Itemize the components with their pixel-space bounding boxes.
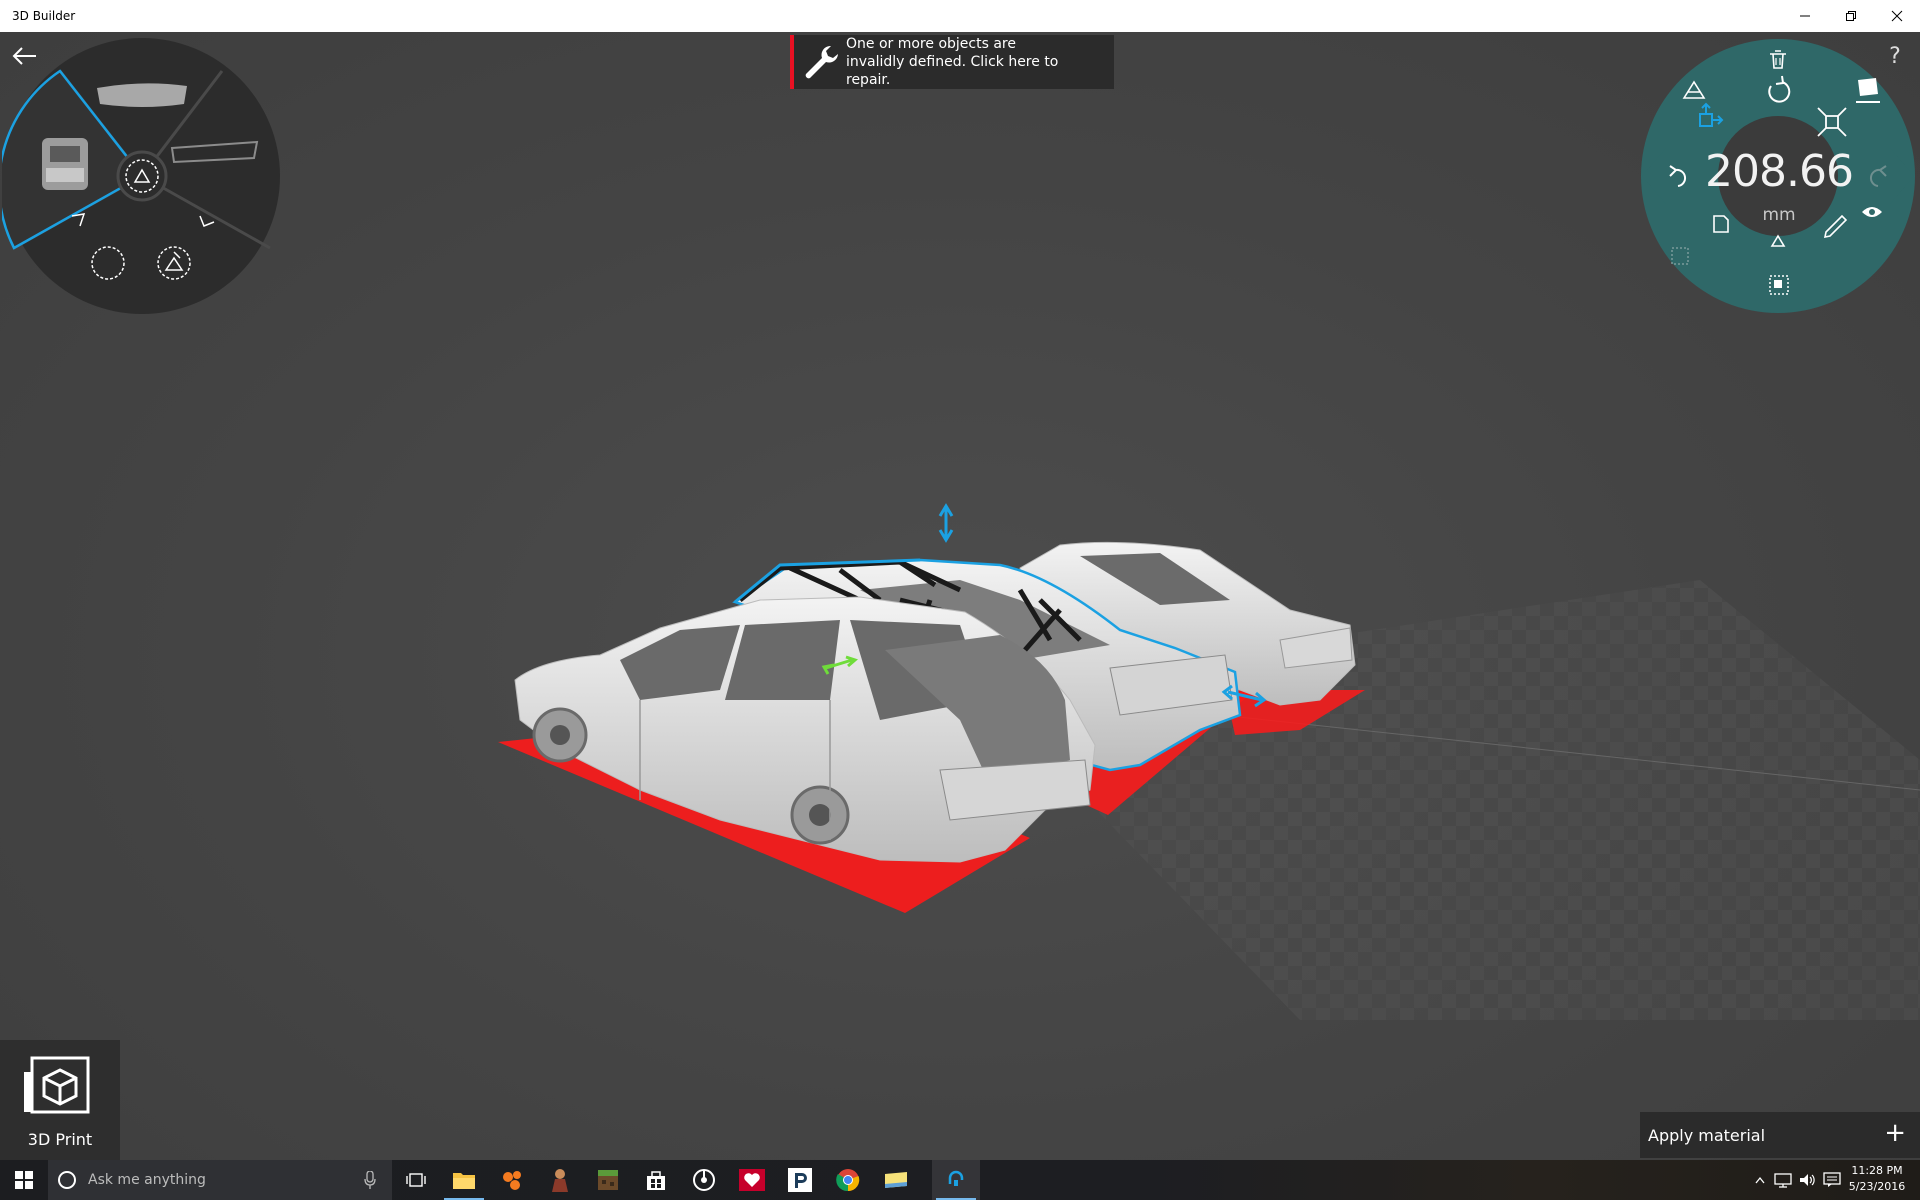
taskbar-chrome[interactable] bbox=[824, 1160, 872, 1200]
notifications-icon bbox=[1823, 1172, 1841, 1187]
restore-icon bbox=[1846, 11, 1856, 21]
clock-time: 11:28 PM bbox=[1851, 1164, 1903, 1177]
taskbar-groove[interactable] bbox=[680, 1160, 728, 1200]
taskbar-sticky-app[interactable] bbox=[872, 1160, 920, 1200]
game-character-icon bbox=[552, 1169, 568, 1192]
tray-network[interactable] bbox=[1772, 1160, 1794, 1200]
tray-action-center[interactable] bbox=[1820, 1160, 1844, 1200]
microphone-icon[interactable] bbox=[364, 1171, 376, 1189]
start-button[interactable] bbox=[0, 1160, 48, 1200]
repair-notification[interactable]: One or more objects are invalidly define… bbox=[790, 35, 1114, 89]
window-title: 3D Builder bbox=[12, 9, 76, 23]
object-wheel[interactable] bbox=[2, 36, 282, 316]
taskbar-minecraft[interactable] bbox=[584, 1160, 632, 1200]
apply-material-panel[interactable]: Apply material + bbox=[1640, 1112, 1920, 1158]
system-clock[interactable]: 11:28 PM 5/23/2016 bbox=[1848, 1163, 1906, 1195]
search-box[interactable]: Ask me anything bbox=[48, 1160, 392, 1200]
taskbar-iheart[interactable] bbox=[728, 1160, 776, 1200]
wrench-icon bbox=[805, 46, 838, 79]
minimize-icon bbox=[1800, 15, 1810, 17]
minimize-button[interactable] bbox=[1782, 0, 1828, 32]
cortana-icon bbox=[58, 1171, 76, 1189]
taskbar-pandora[interactable] bbox=[776, 1160, 824, 1200]
dots-app-icon bbox=[503, 1171, 521, 1190]
network-icon bbox=[1774, 1173, 1792, 1188]
title-bar: 3D Builder bbox=[0, 0, 1920, 32]
store-icon bbox=[647, 1171, 665, 1190]
task-view-icon bbox=[406, 1173, 426, 1187]
3d-print-icon bbox=[24, 1056, 90, 1114]
measurement-unit[interactable]: mm bbox=[1705, 205, 1853, 225]
task-view-button[interactable] bbox=[392, 1160, 440, 1200]
music-disc-icon bbox=[693, 1169, 715, 1191]
tray-volume[interactable] bbox=[1796, 1160, 1818, 1200]
object-thumb-car[interactable] bbox=[42, 138, 88, 190]
apply-material-label: Apply material bbox=[1648, 1126, 1766, 1145]
3d-print-label: 3D Print bbox=[27, 1130, 93, 1149]
3d-viewport[interactable] bbox=[0, 32, 1920, 1160]
measurement-value[interactable]: 208.66 bbox=[1705, 146, 1854, 197]
minecraft-icon bbox=[598, 1170, 618, 1190]
close-icon bbox=[1891, 10, 1903, 22]
pandora-icon bbox=[788, 1168, 812, 1192]
add-material-button[interactable]: + bbox=[1884, 1118, 1906, 1148]
windows-icon bbox=[15, 1171, 33, 1189]
volume-icon bbox=[1800, 1174, 1815, 1186]
taskbar-store[interactable] bbox=[632, 1160, 680, 1200]
scene-canvas[interactable] bbox=[0, 32, 1920, 1160]
clock-date: 5/23/2016 bbox=[1848, 1180, 1906, 1193]
taskbar-3d-builder[interactable] bbox=[932, 1160, 980, 1200]
taskbar-file-explorer[interactable] bbox=[440, 1160, 488, 1200]
sticky-notes-icon bbox=[885, 1172, 907, 1188]
object-thumb-bumper[interactable] bbox=[97, 83, 187, 107]
restore-button[interactable] bbox=[1828, 0, 1874, 32]
search-placeholder: Ask me anything bbox=[88, 1172, 206, 1188]
taskbar-app-dots[interactable] bbox=[488, 1160, 536, 1200]
folder-icon bbox=[453, 1173, 475, 1189]
help-button[interactable]: ? bbox=[1884, 44, 1906, 69]
close-button[interactable] bbox=[1874, 0, 1920, 32]
taskbar: Ask me anything 11:28 PM 5/23/2016 bbox=[0, 1160, 1920, 1200]
chrome-icon bbox=[836, 1169, 860, 1192]
tray-chevron[interactable] bbox=[1750, 1160, 1770, 1200]
3d-print-button[interactable]: 3D Print bbox=[0, 1040, 120, 1160]
chevron-up-icon bbox=[1755, 1176, 1765, 1184]
taskbar-game-app[interactable] bbox=[536, 1160, 584, 1200]
iheart-icon bbox=[739, 1169, 765, 1191]
3d-builder-icon bbox=[948, 1170, 964, 1186]
notification-text: One or more objects are invalidly define… bbox=[846, 36, 1059, 88]
